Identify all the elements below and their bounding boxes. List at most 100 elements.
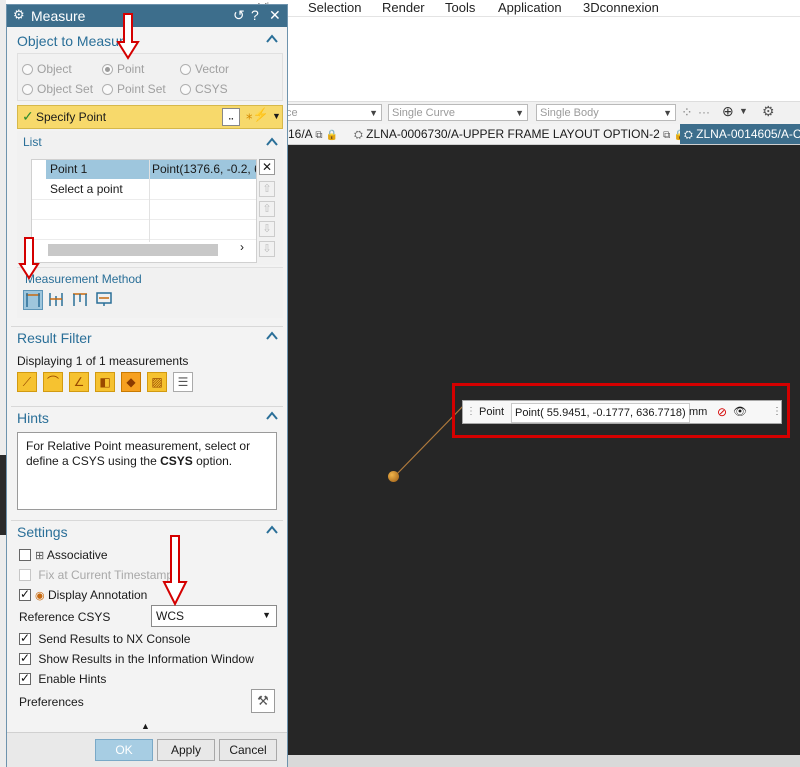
radio-vector[interactable]: Vector (180, 62, 229, 76)
filter-body-icon[interactable]: ◆ (121, 372, 141, 392)
tab-document-1[interactable]: 16/A ⧉ 🔒 (288, 124, 338, 144)
radio-object-set[interactable]: Object Set (22, 82, 93, 96)
radio-circle (22, 64, 33, 75)
remove-icon[interactable]: ✕ (259, 159, 275, 175)
tab-document-3-active[interactable]: ⛭ ZLNA-0014605/A-C (680, 124, 800, 144)
enable-hints-checkbox[interactable] (19, 671, 31, 685)
filter-solid-icon[interactable]: ◧ (95, 372, 115, 392)
selection-filter-bar: ce ▼ Single Curve ▼ Single Body ▼ ⁘ ··· … (282, 101, 800, 124)
preferences-button[interactable]: ⚒ (251, 689, 275, 713)
filter-settings-icon[interactable]: ⚙ (762, 103, 775, 120)
reference-csys-select[interactable]: WCS ▼ (151, 605, 277, 627)
preferences-icon: ⚒ (257, 693, 269, 708)
ok-button[interactable]: OK (95, 739, 153, 761)
associative-checkbox[interactable] (19, 549, 31, 561)
drag-handle-icon[interactable]: ⋮ (466, 401, 476, 423)
horizontal-scrollbar-thumb[interactable] (48, 244, 218, 256)
filter-arc-icon[interactable]: ⌒ (43, 372, 63, 392)
display-annotation-checkbox[interactable] (19, 587, 31, 601)
radio-object[interactable]: Object (22, 62, 72, 76)
measurement-annotation[interactable]: ⋮ Point Point( 55.9451, -0.1777, 636.771… (462, 400, 782, 424)
more-options-icon[interactable]: ⋮ (772, 401, 782, 423)
radio-point[interactable]: Point (102, 62, 144, 76)
send-results-checkbox[interactable] (19, 631, 31, 645)
method-projected-button[interactable] (71, 290, 91, 310)
radio-point-set[interactable]: Point Set (102, 82, 166, 96)
scroll-right-icon[interactable]: › (240, 240, 244, 254)
list-actions: ✕ ⇧ ⇧ ⇩ ⇩ (259, 159, 275, 263)
method-point-to-point-button[interactable] (23, 290, 43, 310)
chevron-up-icon[interactable] (265, 409, 279, 423)
move-top-icon[interactable]: ⇧ (259, 181, 275, 197)
type-filter-select[interactable]: ce ▼ (282, 104, 382, 121)
distance-icon (26, 293, 40, 307)
menu-item-render[interactable]: Render (382, 0, 425, 15)
table-row[interactable]: Select a point (32, 180, 256, 200)
radio-circle (102, 84, 113, 95)
curve-rule-select[interactable]: Single Curve ▼ (388, 104, 528, 121)
section-settings[interactable]: Settings (11, 520, 283, 543)
no-entry-icon[interactable]: ⊘ (717, 401, 727, 423)
fix-timestamp-checkbox[interactable] (19, 569, 31, 581)
radio-csys[interactable]: CSYS (180, 82, 228, 96)
help-icon[interactable]: ? (251, 7, 259, 23)
chevron-down-icon[interactable]: ▼ (272, 111, 281, 121)
hint-text-end: option. (192, 454, 233, 468)
menu-item-selection[interactable]: Selection (308, 0, 361, 15)
method-screen-distance-button[interactable] (95, 290, 115, 310)
display-annotation-checkbox-row[interactable]: ◉ Display Annotation (19, 587, 147, 602)
status-strip (288, 755, 800, 767)
measurement-method-group: Measurement Method (17, 267, 283, 318)
list-title: List (23, 135, 42, 149)
dots-icon: ⠤ (227, 112, 235, 122)
filter-hatch-icon[interactable]: ▨ (147, 372, 167, 392)
move-bottom-icon[interactable]: ⇩ (259, 241, 275, 257)
scatter-points-icon[interactable]: ⁘ (681, 104, 693, 121)
radio-label: Object (37, 62, 72, 76)
filter-angle-icon[interactable]: ∠ (69, 372, 89, 392)
chevron-up-icon[interactable] (265, 32, 279, 46)
associative-checkbox-row[interactable]: ⊞ Associative (19, 548, 108, 562)
apply-button[interactable]: Apply (157, 739, 215, 761)
cancel-button[interactable]: Cancel (219, 739, 277, 761)
chevron-up-icon[interactable] (265, 329, 279, 343)
filter-list-add-icon[interactable]: ☰ (173, 372, 193, 392)
menu-item-tools[interactable]: Tools (445, 0, 475, 15)
point-dialog-button[interactable]: ⠤ (222, 108, 240, 126)
filter-distance-icon[interactable]: ⟋ (17, 372, 37, 392)
dialog-titlebar[interactable]: ⚙ Measure ↺ ? ✕ (7, 5, 287, 27)
move-down-icon[interactable]: ⇩ (259, 221, 275, 237)
move-up-icon[interactable]: ⇧ (259, 201, 275, 217)
point-inference-icon[interactable]: ⁎⚡ (246, 107, 269, 123)
snap-point-icon[interactable]: ⊕ (722, 103, 734, 120)
collapse-arrow-icon[interactable]: ▲ (141, 721, 150, 731)
more-options-ellipsis[interactable]: ··· (698, 105, 710, 119)
table-row[interactable]: Point 1 Point(1376.6, -0.2, 6 (32, 160, 256, 179)
hint-bold-text: CSYS (160, 454, 193, 468)
graphics-viewport[interactable] (288, 145, 800, 755)
result-filter-status: Displaying 1 of 1 measurements (17, 354, 189, 368)
show-results-checkbox-row[interactable]: Show Results in the Information Window (19, 651, 254, 666)
fix-timestamp-checkbox-row[interactable]: Fix at Current Timestamp (19, 568, 173, 582)
section-object-to-measure[interactable]: Object to Measure (11, 30, 283, 52)
close-icon[interactable]: ✕ (269, 7, 281, 24)
section-result-filter[interactable]: Result Filter (11, 326, 283, 349)
show-results-checkbox[interactable] (19, 651, 31, 665)
measured-point-marker[interactable] (388, 471, 399, 482)
chevron-down-icon[interactable]: ▼ (739, 106, 748, 116)
menu-item-3dconnexion[interactable]: 3Dconnexion (583, 0, 659, 15)
menu-item-application[interactable]: Application (498, 0, 562, 15)
reset-icon[interactable]: ↺ (233, 7, 245, 24)
specify-point-row[interactable]: ✓ Specify Point ⠤ ⁎⚡ ▼ (17, 105, 283, 129)
chevron-up-icon[interactable] (265, 135, 279, 149)
tab-document-2[interactable]: ⛭ ZLNA-0006730/A-UPPER FRAME LAYOUT OPTI… (354, 124, 686, 144)
chevron-up-icon[interactable] (265, 523, 279, 537)
enable-hints-checkbox-row[interactable]: Enable Hints (19, 671, 107, 686)
section-hints[interactable]: Hints (11, 406, 283, 429)
annotation-unit: mm (689, 406, 708, 418)
send-results-checkbox-row[interactable]: Send Results to NX Console (19, 631, 190, 646)
body-rule-select[interactable]: Single Body ▼ (536, 104, 676, 121)
enable-hints-label: Enable Hints (38, 672, 107, 686)
method-relative-button[interactable] (47, 290, 67, 310)
visibility-icon[interactable]: 👁 (733, 401, 747, 423)
